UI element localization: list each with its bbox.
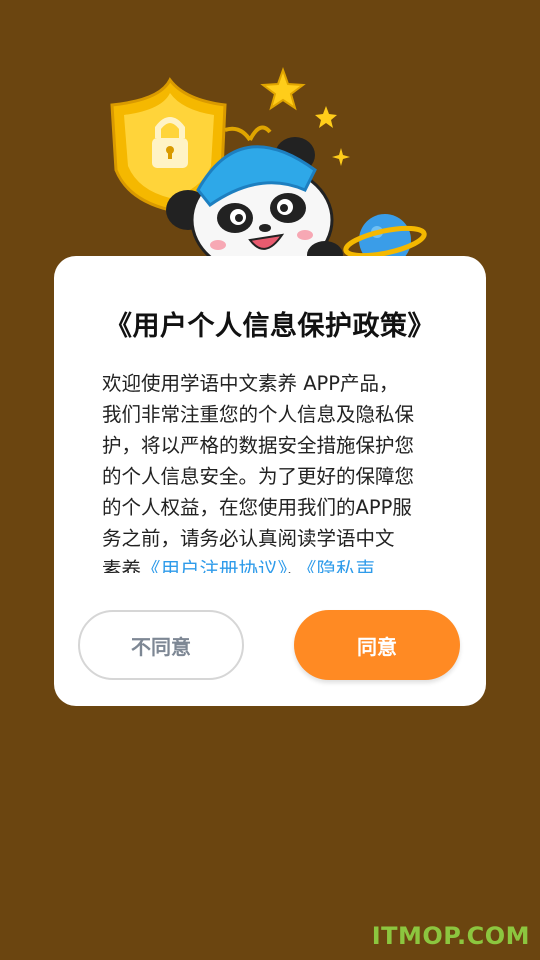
dialog-title: 《用户个人信息保护政策》 bbox=[105, 311, 435, 342]
policy-line: 务之前，请务必认真阅读学语中文 bbox=[102, 527, 395, 550]
disagree-button[interactable]: 不同意 bbox=[78, 610, 244, 680]
policy-line: 护，将以严格的数据安全措施保护您 bbox=[102, 434, 415, 457]
user-agreement-link[interactable]: 《用户注册协议》 bbox=[141, 558, 287, 573]
agree-button[interactable]: 同意 bbox=[294, 610, 460, 680]
policy-line: 我们非常注重您的个人信息及隐私保 bbox=[102, 403, 415, 426]
privacy-policy-link[interactable]: 《隐私声 bbox=[307, 558, 375, 573]
policy-line: 欢迎使用学语中文素养 APP产品， bbox=[102, 372, 399, 395]
privacy-policy-dialog: 《用户个人信息保护政策》 欢迎使用学语中文素养 APP产品， 我们非常注重您的个… bbox=[54, 256, 486, 706]
link-connector: 、 bbox=[287, 558, 307, 573]
watermark: ITMOP.COM bbox=[371, 922, 530, 950]
policy-text-scroll[interactable]: 欢迎使用学语中文素养 APP产品， 我们非常注重您的个人信息及隐私保 护，将以严… bbox=[102, 368, 442, 573]
policy-text: 欢迎使用学语中文素养 APP产品， 我们非常注重您的个人信息及隐私保 护，将以严… bbox=[102, 368, 442, 573]
header-illustration bbox=[110, 67, 427, 275]
policy-line-prefix: 素养 bbox=[102, 558, 142, 573]
policy-line: 的个人信息安全。为了更好的保障您 bbox=[102, 465, 415, 488]
policy-line: 的个人权益，在您使用我们的APP服 bbox=[102, 496, 412, 519]
